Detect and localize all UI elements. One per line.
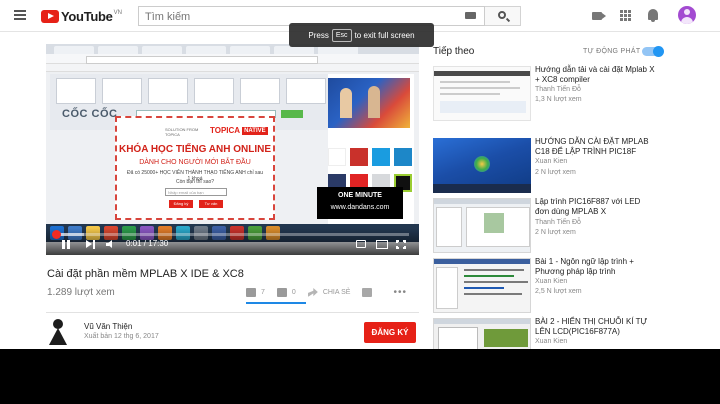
ad-brand-logo: TOPICA NATIVE — [210, 126, 268, 135]
thumbs-up-icon — [246, 288, 256, 297]
like-ratio-fill — [246, 302, 306, 304]
video-tile-shoe — [328, 148, 346, 166]
recommended-video[interactable]: BÀI 2 - HIỂN THỊ CHUỖI KÍ TỰ LÊN LCD(PIC… — [433, 317, 720, 349]
recommended-channel: Thanh Tiến Đỗ — [535, 219, 581, 226]
like-ratio-bar — [246, 302, 306, 304]
video-ad-banner: SOLUTION FROM TOPICA TOPICA NATIVE KHÓA H… — [115, 116, 275, 220]
logo-country: VN — [113, 9, 122, 16]
video-thumbnail[interactable] — [433, 66, 531, 121]
esc-key: Esc — [331, 28, 352, 42]
video-frame: CỐC CỐC SOLUTION FROM TOPICA TOPICA NATIV… — [46, 44, 419, 255]
next-video-button[interactable] — [86, 240, 95, 249]
autoplay-label: TỰ ĐỘNG PHÁT — [583, 48, 641, 55]
pause-button[interactable] — [62, 240, 71, 249]
recommended-video[interactable]: HƯỚNG DẪN CÀI ĐẶT MPLAB C18 ĐỂ LẬP TRÌNH… — [433, 137, 720, 196]
video-thumbnail[interactable] — [433, 198, 531, 253]
search-icon — [498, 11, 506, 19]
recommended-views: 2,5 N lượt xem — [535, 288, 582, 295]
up-next-heading: Tiếp theo — [433, 46, 475, 57]
youtube-watch-page: YouTube VN Press Esc to exit full screen — [0, 0, 720, 349]
toast-text-after: to exit full screen — [354, 30, 415, 40]
thumbs-down-icon — [276, 288, 287, 297]
fullscreen-icon[interactable] — [396, 240, 406, 249]
add-to-playlist-icon — [362, 288, 373, 297]
subscribe-button[interactable]: ĐĂNG KÝ — [364, 322, 416, 343]
video-tile-red — [350, 148, 368, 166]
recommended-title: BÀI 2 - HIỂN THỊ CHUỖI KÍ TỰ LÊN LCD(PIC… — [535, 317, 648, 336]
divider — [46, 312, 419, 313]
recommended-views: 1,3 N lượt xem — [535, 96, 582, 103]
publish-date: Xuất bản 12 thg 6, 2017 — [84, 333, 159, 340]
view-count: 1.289 lượt xem — [47, 287, 115, 298]
video-browser-address-bar — [46, 54, 419, 64]
video-sports-photo — [328, 78, 410, 128]
menu-icon[interactable] — [14, 10, 26, 20]
video-thumbnail[interactable] — [433, 258, 531, 313]
channel-name[interactable]: Vũ Văn Thiện — [84, 322, 132, 331]
upload-video-icon[interactable] — [592, 12, 606, 20]
logo-text: YouTube — [61, 9, 113, 24]
recommended-title: Lập trình PIC16F887 với LED đơn dùng MPL… — [535, 197, 641, 216]
like-button[interactable]: 7 — [246, 288, 265, 297]
video-green-button — [281, 110, 303, 118]
share-icon — [307, 288, 318, 297]
video-tile-blue — [394, 148, 412, 166]
youtube-logo[interactable]: YouTube VN — [41, 9, 122, 24]
more-actions-icon[interactable]: ••• — [393, 287, 407, 298]
ad-register-button: Đăng ký — [169, 200, 193, 208]
video-browser-bookmarks — [46, 64, 419, 72]
captions-icon[interactable] — [356, 240, 366, 248]
ad-subtitle: DÀNH CHO NGƯỜI MỚI BẮT ĐẦU — [139, 159, 251, 166]
progress-bar[interactable] — [52, 230, 409, 239]
search-button[interactable] — [485, 6, 521, 26]
recommended-channel: Thanh Tiến Đỗ — [535, 86, 581, 93]
recommended-title: HƯỚNG DẪN CÀI ĐẶT MPLAB C18 ĐỂ LẬP TRÌNH… — [535, 137, 649, 156]
account-avatar[interactable] — [678, 6, 696, 24]
theater-mode-icon[interactable] — [376, 240, 388, 249]
ad-email-input: Nhập email của bạn — [165, 188, 227, 196]
ad-title: KHÓA HỌC TIẾNG ANH ONLINE — [118, 144, 272, 155]
notifications-bell-icon[interactable] — [648, 9, 658, 22]
coccoc-logo: CỐC CỐC — [62, 108, 118, 120]
ad-consult-button: Tư vấn — [199, 200, 223, 208]
recommended-views: 2 N lượt xem — [535, 169, 576, 176]
watermark-title: ONE MINUTE — [338, 192, 382, 199]
ad-line-question: Còn bạn thì sao? — [175, 179, 215, 185]
recommended-video[interactable]: Bài 1 - Ngôn ngữ lập trình + Phương pháp… — [433, 257, 720, 316]
recommended-video[interactable]: Hướng dẫn tải và cài đặt Mplab X + XC8 c… — [433, 65, 720, 124]
recommended-title: Hướng dẫn tải và cài đặt Mplab X + XC8 c… — [535, 65, 655, 84]
like-count: 7 — [261, 289, 265, 296]
recommended-views: 2 N lượt xem — [535, 229, 576, 236]
recommended-channel: Xuan Kien — [535, 338, 568, 345]
add-to-playlist-button[interactable] — [362, 288, 377, 297]
autoplay-toggle[interactable] — [642, 46, 664, 57]
dislike-button[interactable]: 0 — [276, 288, 296, 297]
watermark-url: www.dandans.com — [330, 204, 390, 211]
recommended-title: Bài 1 - Ngôn ngữ lập trình + Phương pháp… — [535, 257, 634, 276]
share-button[interactable]: CHIA SẺ — [307, 288, 351, 297]
apps-grid-icon[interactable] — [620, 10, 631, 21]
channel-avatar[interactable] — [47, 318, 69, 346]
recommended-video[interactable]: Lập trình PIC16F887 với LED đơn dùng MPL… — [433, 197, 720, 256]
time-display: 0:01 / 17:30 — [126, 239, 169, 248]
watermark-overlay: ONE MINUTE www.dandans.com — [317, 187, 403, 219]
dislike-count: 0 — [291, 289, 296, 296]
recommended-channel: Xuan Kien — [535, 158, 568, 165]
ad-small-text: SOLUTION FROM TOPICA — [165, 127, 199, 137]
video-thumbnail[interactable] — [433, 138, 531, 193]
video-player[interactable]: CỐC CỐC SOLUTION FROM TOPICA TOPICA NATIV… — [46, 44, 419, 255]
youtube-play-icon — [41, 10, 59, 23]
recommended-channel: Xuan Kien — [535, 278, 568, 285]
fullscreen-exit-toast: Press Esc to exit full screen — [289, 23, 434, 47]
video-actions: 7 0 CHIA SẺ ••• — [246, 287, 407, 298]
share-label: CHIA SẺ — [322, 289, 351, 296]
video-title: Cài đặt phần mềm MPLAB X IDE & XC8 — [47, 268, 244, 280]
toast-text-before: Press — [308, 30, 329, 40]
volume-icon[interactable] — [106, 240, 118, 249]
video-thumbnail[interactable] — [433, 318, 531, 349]
video-tile-tiki — [372, 148, 390, 166]
keyboard-icon[interactable] — [465, 12, 476, 19]
